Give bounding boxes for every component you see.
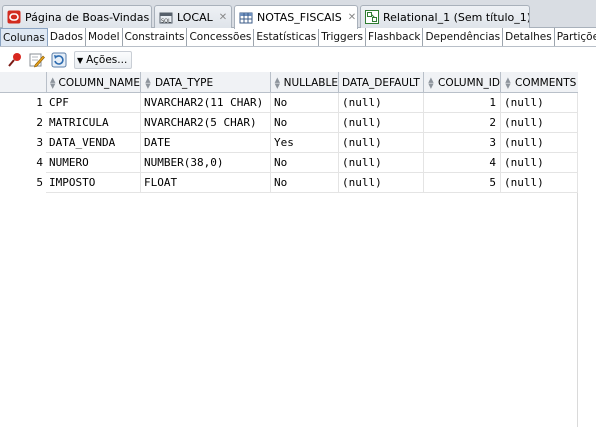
cell-nullable[interactable]: No [271,153,339,173]
editor-tab-strip: Página de Boas-Vindas ✕ SQL LOCAL ✕ NOTA… [0,0,596,29]
sort-icon: ▲ ▼ [50,75,56,90]
subtab-detalhes[interactable]: Detalhes [503,28,555,46]
header-label: DATA_TYPE [155,76,214,89]
cell-column-name[interactable]: IMPOSTO [46,173,141,193]
subtab-particoes[interactable]: Partições [555,28,596,46]
cell-column-name[interactable]: NUMERO [46,153,141,173]
tab-welcome-page[interactable]: Página de Boas-Vindas ✕ [2,5,152,28]
cell-nullable[interactable]: No [271,93,339,113]
chevron-down-icon: ▼ [77,55,84,65]
subtab-model[interactable]: Model [86,28,123,46]
header-label: COLUMN_ID [438,76,500,89]
cell-column-id[interactable]: 5 [424,173,501,193]
close-icon[interactable]: ✕ [219,12,227,23]
tab-notas-fiscais[interactable]: NOTAS_FISCAIS ✕ [234,5,358,29]
cell-data-type[interactable]: NVARCHAR2(11 CHAR) [141,93,271,113]
tab-label: NOTAS_FISCAIS [257,11,342,24]
cell-data-default[interactable]: (null) [339,113,424,133]
cell-data-type[interactable]: DATE [141,133,271,153]
header-label: DATA_DEFAULT [342,76,420,89]
cell-comments[interactable]: (null) [501,153,578,173]
cell-column-name[interactable]: DATA_VENDA [46,133,141,153]
cell-data-default[interactable]: (null) [339,153,424,173]
subtab-colunas[interactable]: Colunas [0,28,48,46]
row-number: 2 [0,113,46,133]
columns-grid: ▲ ▼ COLUMN_NAME ▲ ▼ DATA_TYPE ▲ ▼ NULLABLE … [0,72,578,427]
subtab-estatisticas[interactable]: Estatísticas [254,28,320,46]
header-column-id[interactable]: ▲ ▼ COLUMN_ID [424,72,501,93]
cell-nullable[interactable]: No [271,173,339,193]
header-data-default[interactable]: DATA_DEFAULT [339,72,424,93]
header-nullable[interactable]: ▲ ▼ NULLABLE [271,72,339,93]
grid-header: ▲ ▼ COLUMN_NAME ▲ ▼ DATA_TYPE ▲ ▼ NULLABLE … [0,72,578,93]
header-label: NULLABLE [283,76,338,89]
subtab-constraints[interactable]: Constraints [123,28,188,46]
row-number: 1 [0,93,46,113]
actions-label: Ações... [86,54,128,66]
pin-icon[interactable] [6,51,24,69]
subtab-flashback[interactable]: Flashback [366,28,424,46]
cell-data-default[interactable]: (null) [339,173,424,193]
cell-comments[interactable]: (null) [501,113,578,133]
cell-nullable[interactable]: No [271,113,339,133]
subtab-dados[interactable]: Dados [48,28,86,46]
header-data-type[interactable]: ▲ ▼ DATA_TYPE [141,72,271,93]
tab-relational-1[interactable]: Relational_1 (Sem título_1) ✕ [360,5,530,28]
table-icon [239,11,253,25]
relational-model-icon [365,10,379,24]
cell-nullable[interactable]: Yes [271,133,339,153]
cell-comments[interactable]: (null) [501,93,578,113]
object-subtabs: Colunas Dados Model Constraints Concessõ… [0,28,596,47]
columns-toolbar: ▼ Ações... [0,48,596,72]
header-label: COMMENTS [515,76,577,89]
row-number: 4 [0,153,46,173]
tab-label: Relational_1 (Sem título_1) [383,10,530,24]
cell-column-name[interactable]: MATRICULA [46,113,141,133]
header-label: COLUMN_NAME [58,76,140,89]
header-column-name[interactable]: ▲ ▼ COLUMN_NAME [46,72,141,93]
cell-data-default[interactable]: (null) [339,133,424,153]
tab-local[interactable]: SQL LOCAL ✕ [154,5,232,28]
sort-icon: ▲ ▼ [505,75,511,90]
cell-data-type[interactable]: NUMBER(38,0) [141,153,271,173]
sort-icon: ▲ ▼ [274,75,281,90]
svg-text:SQL: SQL [161,19,171,25]
edit-icon[interactable] [28,51,46,69]
cell-column-id[interactable]: 4 [424,153,501,173]
cell-comments[interactable]: (null) [501,173,578,193]
sort-icon: ▲ ▼ [145,75,151,90]
tab-label: LOCAL [177,10,213,24]
subtab-concessoes[interactable]: Concessões [187,28,255,46]
row-number: 3 [0,133,46,153]
actions-dropdown-button[interactable]: ▼ Ações... [74,51,133,69]
cell-data-default[interactable]: (null) [339,93,424,113]
sql-worksheet-icon: SQL [159,10,173,25]
cell-comments[interactable]: (null) [501,133,578,153]
refresh-icon[interactable] [50,51,68,69]
cell-column-id[interactable]: 3 [424,133,501,153]
grid-right-margin [578,72,596,427]
subtab-dependencias[interactable]: Dependências [423,28,504,46]
table-row[interactable]: 5 IMPOSTO FLOAT No (null) 5 (null) [0,173,578,193]
subtab-triggers[interactable]: Triggers [319,28,366,46]
table-row[interactable]: 3 DATA_VENDA DATE Yes (null) 3 (null) [0,133,578,153]
cell-data-type[interactable]: NVARCHAR2(5 CHAR) [141,113,271,133]
cell-column-name[interactable]: CPF [46,93,141,113]
cell-data-type[interactable]: FLOAT [141,173,271,193]
cell-column-id[interactable]: 1 [424,93,501,113]
table-row[interactable]: 4 NUMERO NUMBER(38,0) No (null) 4 (null) [0,153,578,173]
row-number-header [0,72,46,93]
header-comments[interactable]: ▲ ▼ COMMENTS [501,72,578,93]
cell-column-id[interactable]: 2 [424,113,501,133]
row-number: 5 [0,173,46,193]
close-icon[interactable]: ✕ [348,12,356,23]
sort-icon: ▲ ▼ [428,75,434,90]
tab-label: Página de Boas-Vindas [25,10,150,24]
table-row[interactable]: 1 CPF NVARCHAR2(11 CHAR) No (null) 1 (nu… [0,93,578,113]
oracle-icon [7,10,21,24]
table-row[interactable]: 2 MATRICULA NVARCHAR2(5 CHAR) No (null) … [0,113,578,133]
